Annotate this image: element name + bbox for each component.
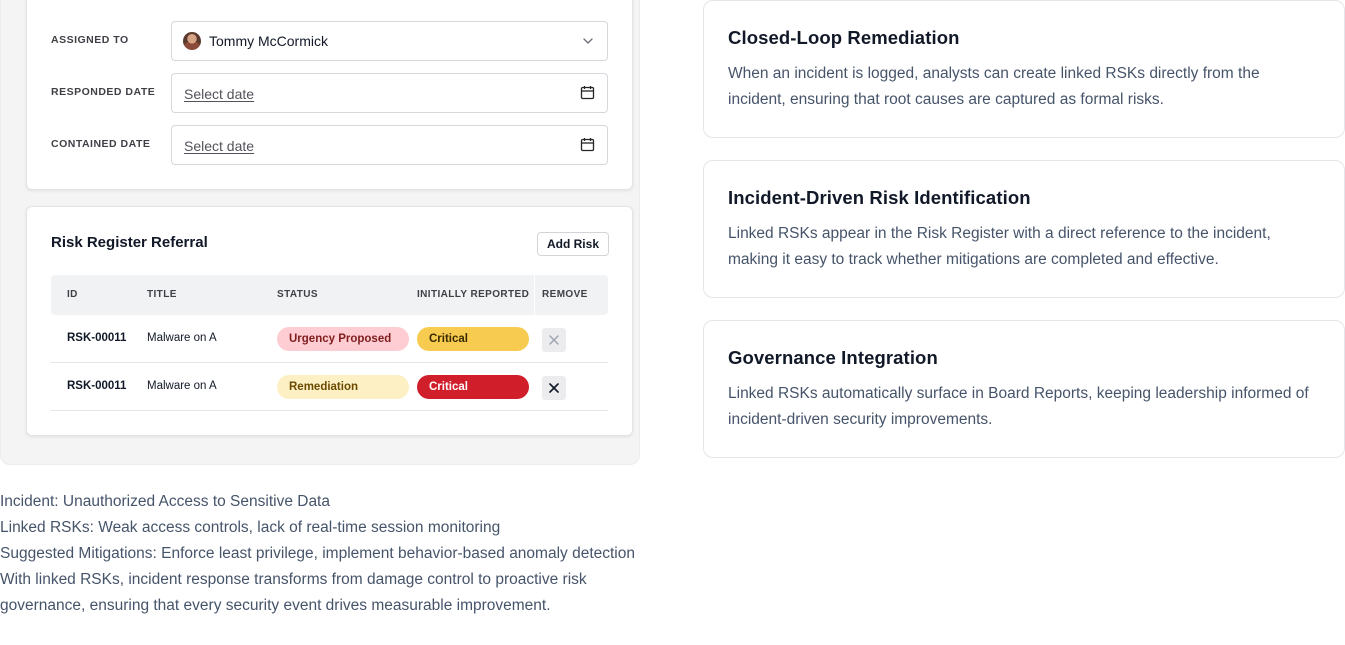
responded-date-placeholder: Select date (184, 86, 255, 102)
feature-body: Linked RSKs appear in the Risk Register … (728, 225, 1271, 268)
column-header-remove: REMOVE (542, 289, 588, 300)
table-row[interactable]: RSK-00011 Malware on A Urgency Proposed … (51, 315, 608, 363)
risk-register-title: Risk Register Referral (51, 234, 208, 251)
table-header: ID TITLE STATUS INITIALLY REPORTED REMOV… (51, 275, 608, 315)
contained-date-placeholder: Select date (184, 138, 255, 154)
chevron-down-icon (583, 38, 593, 44)
risk-id: RSK-00011 (67, 332, 127, 344)
column-header-id: ID (67, 289, 78, 300)
contained-date-input[interactable]: Select date (171, 125, 608, 165)
description-line: With linked RSKs, incident response tran… (0, 571, 587, 614)
calendar-icon[interactable] (580, 85, 595, 100)
contained-date-label: CONTAINED DATE (51, 138, 151, 150)
responded-date-label: RESPONDED DATE (51, 86, 156, 98)
contained-date-row: CONTAINED DATE Select date (27, 125, 632, 165)
risk-id: RSK-00011 (67, 380, 127, 392)
assigned-to-row: ASSIGNED TO Tommy McCormick (27, 21, 632, 61)
severity-badge: Critical (417, 327, 529, 351)
close-icon (549, 383, 559, 393)
assigned-to-select[interactable]: Tommy McCormick (171, 21, 608, 61)
risk-title: Malware on A (147, 380, 217, 392)
status-badge: Urgency Proposed (277, 327, 409, 351)
feature-title: Governance Integration (728, 347, 938, 368)
page: ASSIGNED TO Tommy McCormick RESPONDED DA… (0, 0, 1345, 645)
add-risk-button[interactable]: Add Risk (537, 232, 609, 256)
risk-register-card: Risk Register Referral Add Risk ID TITLE… (26, 206, 633, 436)
column-divider (534, 275, 535, 315)
column-header-initially-reported: INITIALLY REPORTED (417, 289, 530, 300)
description-line: Suggested Mitigations: Enforce least pri… (0, 545, 635, 562)
assigned-to-value: Tommy McCormick (209, 33, 328, 49)
feature-card-governance: Governance Integration Linked RSKs autom… (703, 320, 1345, 458)
feature-title: Closed-Loop Remediation (728, 27, 960, 48)
feature-body: When an incident is logged, analysts can… (728, 65, 1260, 108)
feature-title: Incident-Driven Risk Identification (728, 187, 1031, 208)
calendar-icon[interactable] (580, 137, 595, 152)
description-line: Linked RSKs: Weak access controls, lack … (0, 519, 501, 536)
remove-button[interactable] (542, 376, 566, 400)
risk-title: Malware on A (147, 332, 217, 344)
incident-description: Incident: Unauthorized Access to Sensiti… (0, 489, 640, 619)
responded-date-row: RESPONDED DATE Select date (27, 73, 632, 113)
column-header-status: STATUS (277, 289, 318, 300)
avatar (183, 32, 201, 50)
incident-form-card: ASSIGNED TO Tommy McCormick RESPONDED DA… (26, 0, 633, 190)
remove-button[interactable] (542, 328, 566, 352)
severity-badge: Critical (417, 375, 529, 399)
assigned-to-label: ASSIGNED TO (51, 34, 129, 46)
table-row[interactable]: RSK-00011 Malware on A Remediation Criti… (51, 363, 608, 411)
responded-date-input[interactable]: Select date (171, 73, 608, 113)
description-line: Incident: Unauthorized Access to Sensiti… (0, 493, 330, 510)
feature-card-closed-loop: Closed-Loop Remediation When an incident… (703, 0, 1345, 138)
status-badge: Remediation (277, 375, 409, 399)
close-icon (549, 335, 559, 345)
column-header-title: TITLE (147, 289, 177, 300)
feature-body: Linked RSKs automatically surface in Boa… (728, 385, 1309, 428)
feature-card-incident-driven: Incident-Driven Risk Identification Link… (703, 160, 1345, 298)
